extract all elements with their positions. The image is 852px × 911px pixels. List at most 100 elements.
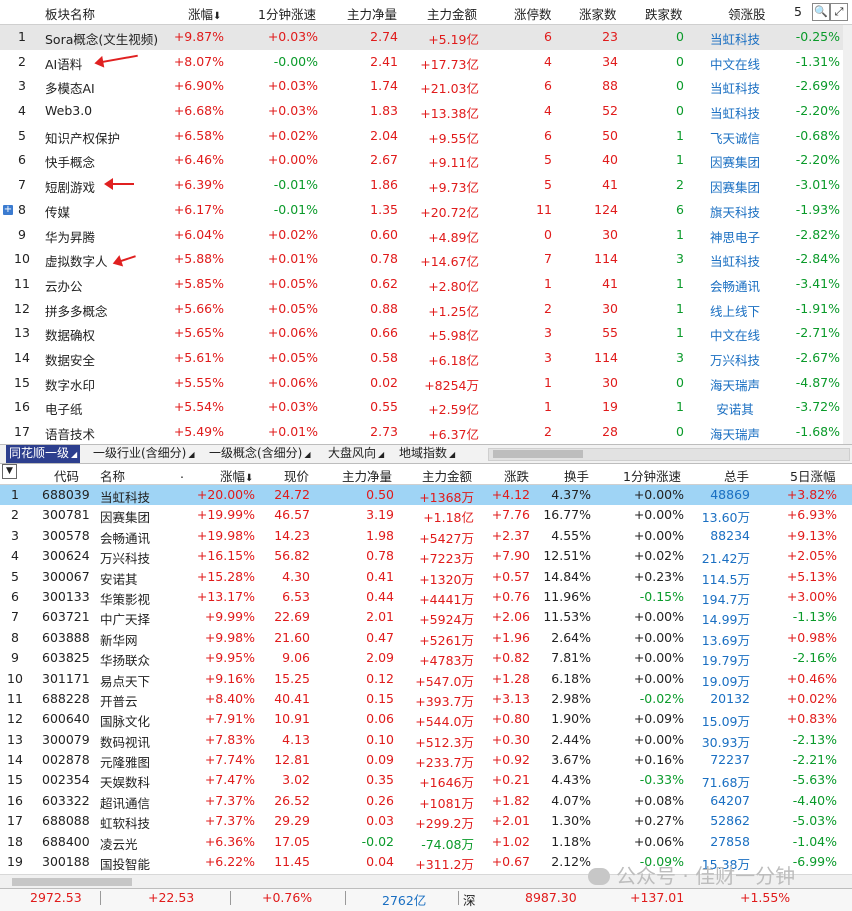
stock-row[interactable]: 13 300079 数码视讯 +7.83% 4.13 0.10 +512.3万 +0.30 2.… [0, 730, 852, 750]
col-header-main-amount[interactable]: 主力金额 [422, 466, 472, 485]
stock-min-change: +0.08% [633, 792, 684, 808]
sector-leader[interactable]: 海天瑞声 [700, 424, 770, 443]
tab-market-wind[interactable]: 大盘风向 ◢ [325, 445, 387, 463]
stock-row[interactable]: 7 603721 中广天择 +9.99% 22.69 2.01 +5924万 +2.06 11.… [0, 607, 852, 627]
col-header-name[interactable]: 名称 [100, 466, 125, 485]
sector-row[interactable]: 6 快手概念 +6.46% +0.00% 2.67 +9.11亿 5 40 1 因赛集团 -2.20… [0, 148, 852, 173]
col-header-limit-up[interactable]: 涨停数 [514, 4, 552, 23]
sector-row[interactable]: 13 数据确权 +5.65% +0.06% 0.66 +5.98亿 3 55 1 中文在线 -2.7… [0, 321, 852, 346]
stock-row[interactable]: 2 300781 因赛集团 +19.99% 46.57 3.19 +1.18亿 +7.76 16… [0, 505, 852, 525]
sector-leader[interactable]: 万兴科技 [700, 350, 770, 369]
sector-leader[interactable]: 当虹科技 [700, 78, 770, 97]
sector-leader[interactable]: 安诺其 [700, 399, 770, 418]
col-header-up-count[interactable]: 涨家数 [579, 4, 617, 23]
stock-row[interactable]: 4 300624 万兴科技 +16.15% 56.82 0.78 +7223万 +7.90 12… [0, 546, 852, 566]
expand-icon[interactable]: ⤢ [830, 3, 848, 21]
col-header-net-flow[interactable]: 主力净量 [342, 466, 392, 485]
dropdown-triangle-icon: ◢ [304, 450, 311, 459]
sector-row[interactable]: 11 云办公 +5.85% +0.05% 0.62 +2.80亿 1 41 1 会畅通讯 -3.41… [0, 272, 852, 297]
tab-industry[interactable]: 一级行业(含细分) ◢ [90, 445, 198, 463]
col-header-five-day[interactable]: 5 [794, 4, 802, 19]
col-header-change-label: 涨幅 [188, 7, 214, 22]
col-header-five-day[interactable]: 5日涨幅 [790, 466, 835, 485]
tab-concept[interactable]: 一级概念(含细分) ◢ [206, 445, 314, 463]
sector-name: 数据安全 [45, 352, 96, 368]
sector-leader[interactable]: 旗天科技 [700, 202, 770, 221]
stock-price: 9.06 [282, 650, 310, 666]
stock-change: +7.91% [204, 711, 255, 727]
col-header-net-flow[interactable]: 主力净量 [347, 4, 397, 23]
stock-five-day: -1.13% [792, 609, 837, 625]
stock-main-amount: +311.2万 [415, 857, 474, 873]
sector-row[interactable]: 14 数据安全 +5.61% +0.05% 0.58 +6.18亿 3 114 3 万兴科技 -2.… [0, 346, 852, 371]
sector-leader[interactable]: 线上线下 [700, 301, 770, 320]
col-header-name[interactable]: 板块名称 [45, 4, 95, 23]
vertical-scrollbar[interactable] [843, 25, 852, 444]
sector-leader[interactable]: 中文在线 [700, 54, 770, 73]
stock-row[interactable]: 16 603322 超讯通信 +7.37% 26.52 0.26 +1081万 +1.82 4.… [0, 791, 852, 811]
stock-row[interactable]: 10 301171 易点天下 +9.16% 15.25 0.12 +547.0万 +1.28 6… [0, 669, 852, 689]
stock-row[interactable]: 11 688228 开普云 +8.40% 40.41 0.15 +393.7万 +3.13 2.… [0, 689, 852, 709]
stock-row[interactable]: 1 688039 当虹科技 +20.00% 24.72 0.50 +1368万 +4.12 4.… [0, 485, 852, 506]
stock-row[interactable]: 14 002878 元隆雅图 +7.74% 12.81 0.09 +233.7万 +0.92 3… [0, 750, 852, 770]
sector-leader[interactable]: 当虹科技 [700, 29, 770, 48]
stock-row[interactable]: 9 603825 华扬联众 +9.95% 9.06 2.09 +4783万 +0.82 7.81… [0, 648, 852, 668]
sector-leader[interactable]: 会畅通讯 [700, 276, 770, 295]
sector-leader[interactable]: 当虹科技 [700, 103, 770, 122]
sector-row[interactable]: 17 语音技术 +5.49% +0.01% 2.73 +6.37亿 2 28 0 海天瑞声 -1.6… [0, 420, 852, 444]
sector-row[interactable]: 3 多模态AI +6.90% +0.03% 1.74 +21.03亿 6 88 0 当虹科技 -2.… [0, 74, 852, 99]
stock-row[interactable]: 3 300578 会畅通讯 +19.98% 14.23 1.98 +5427万 +2.37 4.… [0, 526, 852, 546]
sector-limit-up: 1 [544, 275, 552, 291]
sector-leader[interactable]: 当虹科技 [700, 251, 770, 270]
sector-row[interactable]: 9 华为昇腾 +6.04% +0.02% 0.60 +4.89亿 0 30 1 神思电子 -2.82… [0, 223, 852, 248]
col-header-change[interactable]: 涨幅⬇ [188, 4, 221, 23]
col-header-leader[interactable]: 领涨股 [728, 4, 766, 23]
horizontal-scrollbar[interactable] [488, 448, 850, 461]
scrollbar-thumb[interactable] [493, 450, 583, 458]
sector-leader[interactable]: 神思电子 [700, 227, 770, 246]
stock-row[interactable]: 8 603888 新华网 +9.98% 21.60 0.47 +5261万 +1.96 2.64… [0, 628, 852, 648]
tab-region[interactable]: 地域指数 ◢ [396, 445, 458, 463]
sector-row[interactable]: 12 拼多多概念 +5.66% +0.05% 0.88 +1.25亿 2 30 1 线上线下 -1.… [0, 297, 852, 322]
sector-row[interactable]: 7 短剧游戏 +6.39% -0.01% 1.86 +9.73亿 5 41 2 因赛集团 -3.01… [0, 173, 852, 198]
sector-name: 数字水印 [45, 377, 96, 393]
stock-row[interactable]: 12 600640 国脉文化 +7.91% 10.91 0.06 +544.0万 +0.80 1… [0, 709, 852, 729]
col-header-down-count[interactable]: 跌家数 [645, 4, 683, 23]
sector-leader[interactable]: 飞天诚信 [700, 128, 770, 147]
sector-row[interactable]: 5 知识产权保护 +6.58% +0.02% 2.04 +9.55亿 6 50 1 飞天诚信 -0.… [0, 124, 852, 149]
col-header-min-change[interactable]: 1分钟涨速 [258, 4, 316, 23]
sector-row[interactable]: 16 电子纸 +5.54% +0.03% 0.55 +2.59亿 1 19 1 安诺其 -3.72% [0, 395, 852, 420]
sector-leader[interactable]: 因赛集团 [700, 152, 770, 171]
sector-up-count: 34 [602, 53, 618, 69]
sector-row[interactable]: 15 数字水印 +5.55% +0.06% 0.02 +8254万 1 30 0 海天瑞声 -4.8… [0, 371, 852, 396]
stock-row[interactable]: 15 002354 天娱数科 +7.47% 3.02 0.35 +1646万 +0.21 4.4… [0, 770, 852, 790]
stock-five-day: +2.05% [786, 548, 837, 564]
filter-icon[interactable]: ▼ [2, 464, 17, 479]
sector-leader[interactable]: 海天瑞声 [700, 375, 770, 394]
sector-row[interactable]: +8 传媒 +6.17% -0.01% 1.35 +20.72亿 11 124 6 旗天科技 -1.… [0, 198, 852, 223]
row-number: 18 [7, 833, 23, 849]
col-header-diff[interactable]: 涨跌 [504, 466, 529, 485]
sector-min-change: +0.00% [267, 152, 318, 168]
stock-row[interactable]: 5 300067 安诺其 +15.28% 4.30 0.41 +1320万 +0.57 14.8… [0, 567, 852, 587]
search-icon[interactable]: 🔍 [812, 3, 830, 21]
col-header-cap[interactable]: 总手 [724, 466, 749, 485]
stock-row[interactable]: 18 688400 凌云光 +6.36% 17.05 -0.02 -74.08万 +1.02 1… [0, 832, 852, 852]
sector-row[interactable]: 2 AI语料 +8.07% -0.00% 2.41 +17.73亿 4 34 0 中文在线 -1.3… [0, 50, 852, 75]
stock-change: +9.98% [204, 629, 255, 645]
col-header-price[interactable]: 现价 [284, 466, 309, 485]
col-header-change[interactable]: 涨幅⬇ [220, 466, 253, 485]
stock-row[interactable]: 6 300133 华策影视 +13.17% 6.53 0.44 +4441万 +0.76 11.… [0, 587, 852, 607]
tab-ths-level1[interactable]: 同花顺一级 ◢ [6, 445, 81, 463]
stock-volume: 19.09万 [701, 673, 750, 689]
col-header-turnover[interactable]: 换手 [564, 466, 589, 485]
sector-leader[interactable]: 因赛集团 [700, 177, 770, 196]
col-header-min-change[interactable]: 1分钟涨速 [623, 466, 681, 485]
sector-row[interactable]: 1 Sora概念(文生视频) +9.87% +0.03% 2.74 +5.19亿 6 23 0 当… [0, 25, 852, 50]
scrollbar-thumb[interactable] [12, 878, 132, 886]
stock-row[interactable]: 17 688088 虹软科技 +7.37% 29.29 0.03 +299.2万 +2.01 1… [0, 811, 852, 831]
sector-leader[interactable]: 中文在线 [700, 325, 770, 344]
sector-row[interactable]: 4 Web3.0 +6.68% +0.03% 1.83 +13.38亿 4 52 0 当虹科技 -2… [0, 99, 852, 124]
col-header-code[interactable]: 代码 [54, 466, 79, 485]
col-header-main-amount[interactable]: 主力金额 [427, 4, 477, 23]
